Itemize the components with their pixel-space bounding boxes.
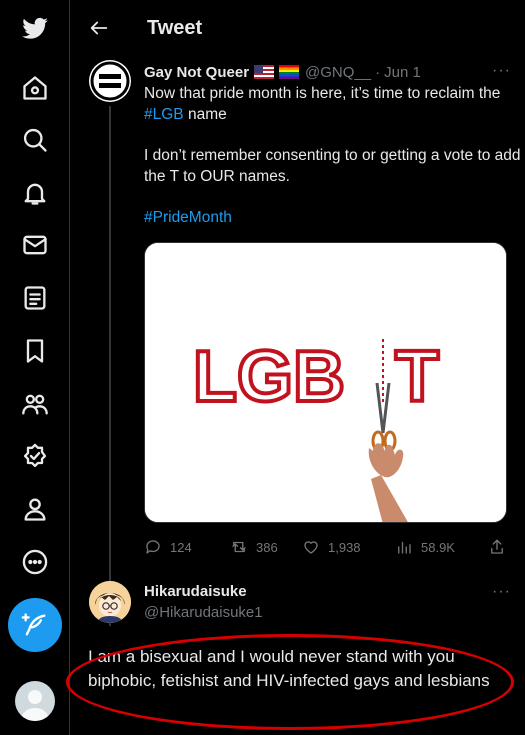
- like-count: 1,938: [328, 539, 361, 555]
- image-text-t: T: [395, 337, 439, 417]
- equals-logo-icon: [90, 61, 130, 101]
- more-icon[interactable]: [14, 541, 56, 583]
- messages-icon[interactable]: [14, 224, 56, 266]
- bookmarks-icon[interactable]: [14, 330, 56, 372]
- back-button[interactable]: [71, 0, 127, 56]
- tweet-date[interactable]: Jun 1: [384, 64, 421, 81]
- anime-avatar-icon: [89, 581, 131, 623]
- lists-icon[interactable]: [14, 277, 56, 319]
- separator-dot: ·: [375, 63, 381, 81]
- compose-tweet-icon: [21, 613, 46, 636]
- hashtag-lgb-link[interactable]: #LGB: [144, 106, 184, 123]
- thread-line: [109, 106, 111, 626]
- notifications-icon[interactable]: [14, 172, 56, 214]
- verified-icon[interactable]: [14, 435, 56, 477]
- share-icon: [491, 539, 503, 554]
- author-name[interactable]: Gay Not Queer: [144, 64, 249, 81]
- reply-author-name[interactable]: Hikarudaisuke: [144, 583, 247, 600]
- author-handle[interactable]: @GNQ__: [305, 64, 371, 81]
- tweet-text-line1: Now that pride month is here, it’s time …: [144, 85, 501, 102]
- rainbow-flag-icon: [279, 65, 300, 79]
- view-count: 58.9K: [421, 539, 455, 555]
- tweet-text: Now that pride month is here, it’s time …: [144, 83, 524, 248]
- like-button[interactable]: 1,938: [302, 538, 361, 556]
- retweet-icon: [232, 541, 246, 553]
- views-chart-icon: [398, 541, 411, 554]
- communities-icon[interactable]: [14, 383, 56, 425]
- arrow-left-icon: [90, 21, 108, 35]
- retweet-count: 386: [256, 539, 278, 555]
- tweet-actions: 124 386 1,938 58.9K: [144, 536, 509, 558]
- reply-count: 124: [170, 539, 192, 555]
- reply-author-handle[interactable]: @Hikarudaisuke1: [144, 604, 263, 621]
- tweet-more-button[interactable]: ···: [492, 62, 511, 80]
- tweet-text-paragraph2: I don’t remember consenting to or gettin…: [144, 147, 521, 185]
- explore-icon[interactable]: [14, 119, 56, 161]
- home-icon[interactable]: [14, 67, 56, 109]
- us-flag-icon: [254, 65, 275, 79]
- page-title: Tweet: [147, 16, 203, 39]
- reply-author-avatar[interactable]: [89, 581, 131, 623]
- views-button[interactable]: 58.9K: [395, 538, 455, 556]
- compose-tweet-button[interactable]: [8, 598, 62, 652]
- hashtag-pridemonth-link[interactable]: #PrideMonth: [144, 209, 232, 226]
- tweet-image[interactable]: LGB T: [144, 242, 507, 523]
- author-avatar[interactable]: [89, 60, 131, 102]
- reply-icon: [146, 540, 160, 554]
- reply-button[interactable]: 124: [144, 538, 192, 556]
- reply-more-button[interactable]: ···: [492, 583, 511, 601]
- reply-text: I am a bisexual and I would never stand …: [88, 647, 490, 690]
- image-text-lgb: LGB: [193, 337, 345, 417]
- tweet-text-line1-suffix: name: [183, 106, 227, 123]
- lgbt-scissors-illustration: LGB T: [145, 243, 506, 522]
- share-button[interactable]: [488, 538, 514, 556]
- heart-icon: [304, 541, 318, 554]
- tweet-header: Gay Not Queer @GNQ__ · Jun 1 ···: [144, 62, 511, 82]
- account-avatar[interactable]: [15, 681, 55, 721]
- profile-icon[interactable]: [14, 488, 56, 530]
- twitter-logo-icon[interactable]: [14, 8, 56, 50]
- sidebar: [0, 0, 70, 735]
- retweet-button[interactable]: 386: [230, 538, 278, 556]
- page-header: Tweet: [71, 0, 525, 56]
